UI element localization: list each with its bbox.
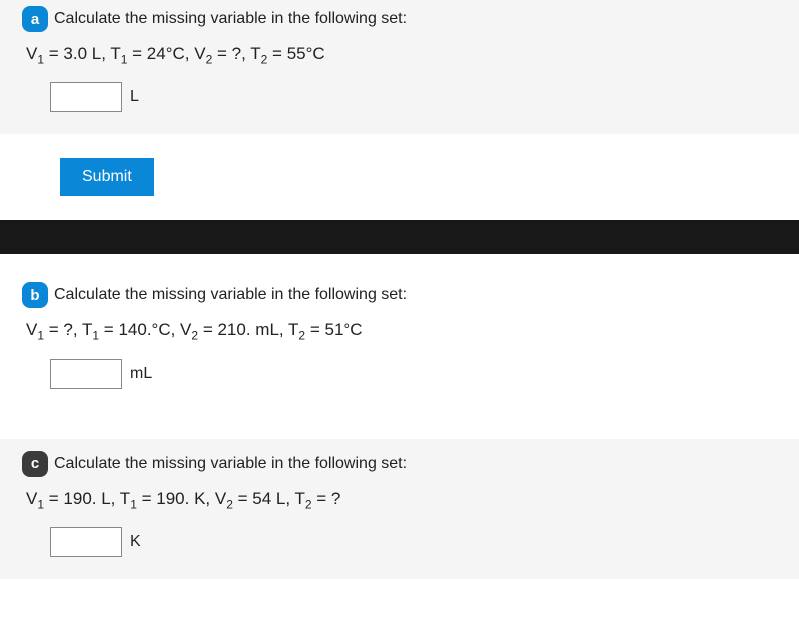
- submit-area: Submit: [0, 134, 799, 220]
- eq-c-sub4: 2: [305, 497, 312, 511]
- eq-a-seg3: = ?, T: [212, 44, 260, 63]
- eq-c-sub3: 2: [226, 497, 233, 511]
- part-a-block: a Calculate the missing variable in the …: [0, 0, 799, 134]
- eq-c-seg3: = 54 L, T: [233, 489, 305, 508]
- part-c-answer-row: K: [50, 527, 777, 557]
- part-a-prompt-row: a Calculate the missing variable in the …: [22, 6, 777, 32]
- part-b-block: b Calculate the missing variable in the …: [0, 254, 799, 410]
- part-b-answer-row: mL: [50, 359, 777, 389]
- part-c-unit: K: [130, 533, 141, 551]
- eq-a-seg4: = 55°C: [267, 44, 324, 63]
- divider-bar: [0, 220, 799, 254]
- part-c-prompt-row: c Calculate the missing variable in the …: [22, 451, 777, 477]
- badge-a-icon: a: [22, 6, 48, 32]
- part-b-prompt: Calculate the missing variable in the fo…: [54, 286, 407, 304]
- eq-b-seg1: = ?, T: [44, 320, 92, 339]
- part-a-prompt: Calculate the missing variable in the fo…: [54, 10, 407, 28]
- eq-c-seg4: = ?: [312, 489, 341, 508]
- eq-b-seg3: = 210. mL, T: [198, 320, 298, 339]
- badge-c-icon: c: [22, 451, 48, 477]
- eq-c-seg1: = 190. L, T: [44, 489, 130, 508]
- submit-button[interactable]: Submit: [60, 158, 154, 196]
- eq-a-v1: V: [26, 44, 37, 63]
- eq-c-v1: V: [26, 489, 37, 508]
- part-c-equation: V1 = 190. L, T1 = 190. K, V2 = 54 L, T2 …: [26, 489, 777, 511]
- part-b-equation: V1 = ?, T1 = 140.°C, V2 = 210. mL, T2 = …: [26, 320, 777, 342]
- part-b-input[interactable]: [50, 359, 122, 389]
- part-a-unit: L: [130, 88, 139, 106]
- part-c-input[interactable]: [50, 527, 122, 557]
- eq-c-sub2: 1: [130, 497, 137, 511]
- eq-b-seg4: = 51°C: [305, 320, 362, 339]
- eq-a-seg2: = 24°C, V: [127, 44, 205, 63]
- eq-c-seg2: = 190. K, V: [137, 489, 226, 508]
- eq-a-seg1: = 3.0 L, T: [44, 44, 121, 63]
- eq-b-seg2: = 140.°C, V: [99, 320, 191, 339]
- part-a-equation: V1 = 3.0 L, T1 = 24°C, V2 = ?, T2 = 55°C: [26, 44, 777, 66]
- part-c-prompt: Calculate the missing variable in the fo…: [54, 455, 407, 473]
- part-a-input[interactable]: [50, 82, 122, 112]
- badge-b-icon: b: [22, 282, 48, 308]
- part-b-unit: mL: [130, 365, 152, 383]
- part-a-answer-row: L: [50, 82, 777, 112]
- part-b-prompt-row: b Calculate the missing variable in the …: [22, 282, 777, 308]
- eq-b-v1: V: [26, 320, 37, 339]
- part-c-block: c Calculate the missing variable in the …: [0, 439, 799, 579]
